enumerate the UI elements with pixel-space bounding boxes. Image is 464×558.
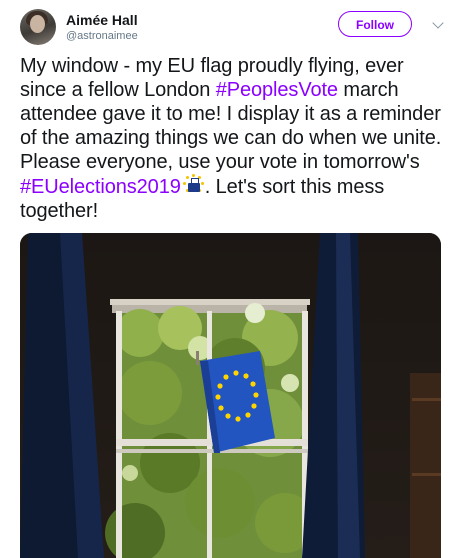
chevron-down-icon[interactable]	[432, 17, 444, 29]
ballot-box-eu-icon	[182, 174, 205, 196]
eu-flag-window-photo	[20, 233, 441, 558]
hashtag-link[interactable]: #PeoplesVote	[216, 79, 338, 101]
follow-button[interactable]: Follow	[338, 11, 412, 37]
author-name[interactable]: Aimée Hall	[66, 12, 138, 28]
tweet-photo[interactable]	[20, 233, 441, 558]
tweet-header: Aimée Hall @astronaimee Follow	[20, 9, 444, 45]
hashtag-link[interactable]: #EUelections2019	[20, 176, 181, 198]
tweet-text: My window - my EU flag proudly flying, e…	[20, 54, 450, 223]
tweet-card: Aimée Hall @astronaimee Follow My window…	[0, 0, 464, 558]
author-handle[interactable]: @astronaimee	[66, 30, 138, 42]
avatar[interactable]	[20, 9, 56, 45]
